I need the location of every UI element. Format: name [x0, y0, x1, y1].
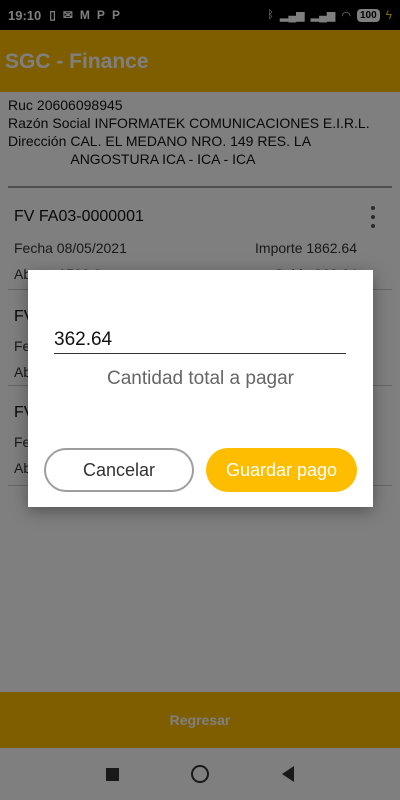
payment-dialog: Cantidad total a pagar Cancelar Guardar … — [28, 270, 373, 507]
amount-label: Cantidad total a pagar — [107, 368, 294, 389]
save-payment-button[interactable]: Guardar pago — [206, 448, 357, 492]
amount-input[interactable] — [54, 326, 346, 354]
cancel-button[interactable]: Cancelar — [44, 448, 194, 492]
